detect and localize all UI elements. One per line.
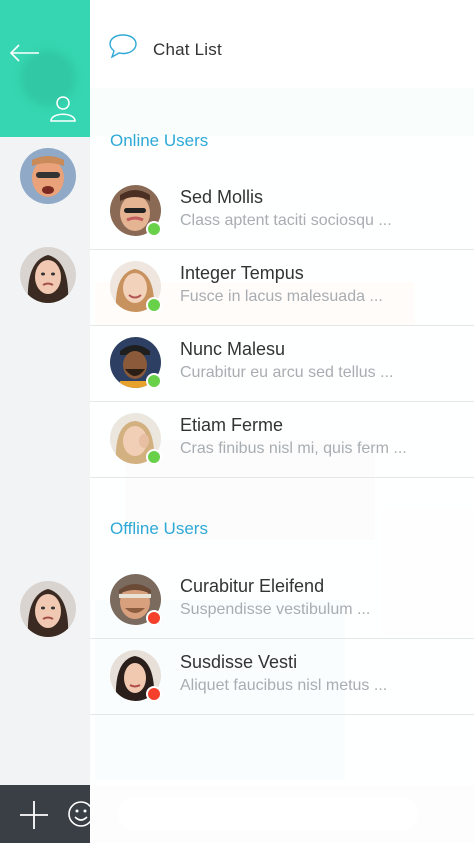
offline-users-heading: Offline Users bbox=[110, 519, 208, 538]
online-status-dot bbox=[146, 297, 162, 313]
user-name: Sed Mollis bbox=[180, 187, 264, 207]
user-name: Curabitur Eleifend bbox=[180, 576, 325, 596]
online-users-heading: Online Users bbox=[110, 131, 209, 150]
user-name: Integer Tempus bbox=[180, 263, 304, 283]
user-name: Nunc Malesu bbox=[180, 339, 286, 359]
arrow-left-icon[interactable] bbox=[8, 38, 42, 68]
user-row-susdisse-vesti[interactable]: Susdisse Vesti Aliquet faucibus nisl met… bbox=[90, 638, 474, 715]
avatar bbox=[20, 581, 76, 637]
last-message: Curabitur eu arcu sed tellus ... bbox=[180, 364, 394, 381]
offline-status-dot bbox=[146, 610, 162, 626]
user-row-sed-mollis[interactable]: Sed Mollis Class aptent taciti sociosqu … bbox=[90, 173, 474, 250]
user-name: Etiam Ferme bbox=[180, 415, 284, 435]
last-message: Suspendisse vestibulum ... bbox=[180, 601, 371, 618]
online-status-dot bbox=[146, 449, 162, 465]
online-status-dot bbox=[146, 373, 162, 389]
user-row-curabitur-eleifend[interactable]: Curabitur Eleifend Suspendisse vestibulu… bbox=[90, 562, 474, 639]
left-header bbox=[0, 0, 90, 137]
left-footer bbox=[0, 785, 94, 843]
offline-status-dot bbox=[146, 686, 162, 702]
user-name: Susdisse Vesti bbox=[180, 652, 298, 672]
user-row-etiam-ferme[interactable]: Etiam Ferme Cras finibus nisl mi, quis f… bbox=[90, 401, 474, 478]
last-message: Cras finibus nisl mi, quis ferm ... bbox=[180, 440, 407, 457]
chat-bubble-icon bbox=[109, 34, 137, 59]
plus-icon[interactable] bbox=[18, 799, 50, 831]
last-message: Aliquet faucibus nisl metus ... bbox=[180, 677, 388, 694]
user-icon[interactable] bbox=[48, 93, 78, 123]
avatar bbox=[20, 247, 76, 303]
user-row-nunc-malesu[interactable]: Nunc Malesu Curabitur eu arcu sed tellus… bbox=[90, 325, 474, 402]
chat-list-drawer: Chat List Online Users Sed Mollis Class … bbox=[90, 0, 474, 843]
avatar bbox=[20, 148, 76, 204]
last-message: Class aptent taciti sociosqu ... bbox=[180, 212, 392, 229]
drawer-header: Chat List bbox=[90, 0, 474, 88]
page-title: Chat List bbox=[153, 40, 222, 59]
conversation-side-column bbox=[0, 0, 94, 843]
user-row-integer-tempus[interactable]: Integer Tempus Fusce in lacus malesuada … bbox=[90, 249, 474, 326]
last-message: Fusce in lacus malesuada ... bbox=[180, 288, 383, 305]
online-status-dot bbox=[146, 221, 162, 237]
